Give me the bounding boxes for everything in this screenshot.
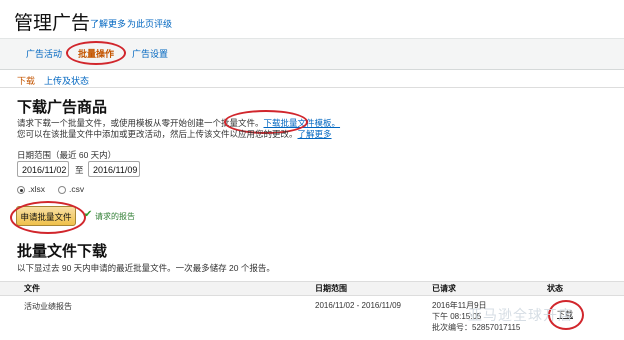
radio-csv-label: .csv xyxy=(69,184,85,194)
radio-xlsx-label: .xlsx xyxy=(28,184,45,194)
learn-more-link-2[interactable]: 了解更多 xyxy=(298,129,332,139)
tab-campaigns[interactable]: 广告活动 xyxy=(26,47,62,60)
date-range-label: 日期范围（最近 60 天内） xyxy=(17,150,117,160)
row-file-name: 活动业绩报告 xyxy=(24,302,72,311)
column-header-file: 文件 xyxy=(24,284,40,293)
check-icon: ✔ xyxy=(84,209,93,220)
subtab-download[interactable]: 下载 xyxy=(17,74,35,87)
row-date-range: 2016/11/02 - 2016/11/09 xyxy=(315,301,401,310)
page-title: 管理广告 xyxy=(14,13,91,34)
download-description-line2: 您可以在该批量文件中添加或更改活动，然后上传该文件以应用您的更改。了解更多 xyxy=(17,128,332,140)
divider xyxy=(0,87,624,88)
request-status-text: 请求的报告 xyxy=(95,212,135,221)
download-section-title: 下载广告商品 xyxy=(17,99,108,116)
rate-page-link[interactable]: 为此页评级 xyxy=(127,17,172,30)
batch-label: 批次编号： xyxy=(432,323,472,332)
column-header-requested: 已请求 xyxy=(432,284,456,293)
bulk-files-title: 批量文件下载 xyxy=(17,243,108,260)
radio-csv[interactable] xyxy=(58,186,66,194)
date-separator: 至 xyxy=(75,165,84,175)
bulk-files-description: 以下显过去 90 天内申请的最近批量文件。一次最多储存 20 个报告。 xyxy=(17,263,275,273)
tab-ad-settings[interactable]: 广告设置 xyxy=(132,47,168,60)
column-header-date-range: 日期范围 xyxy=(315,284,347,293)
table-header-row xyxy=(0,281,624,296)
learn-more-link[interactable]: 了解更多 xyxy=(90,17,126,30)
watermark: 亚马逊全球开店 xyxy=(468,307,573,323)
date-to-input[interactable]: 2016/11/09 xyxy=(88,161,140,177)
description-text-2: 您可以在该批量文件中添加或更改活动，然后上传该文件以应用您的更改。 xyxy=(17,129,298,139)
subtab-upload-status[interactable]: 上传及状态 xyxy=(44,74,89,87)
column-header-status: 状态 xyxy=(547,284,563,293)
annotation-circle-button xyxy=(10,201,86,234)
date-from-input[interactable]: 2016/11/02 xyxy=(17,161,69,177)
annotation-circle-tab xyxy=(66,41,126,65)
radio-xlsx[interactable] xyxy=(17,186,25,194)
